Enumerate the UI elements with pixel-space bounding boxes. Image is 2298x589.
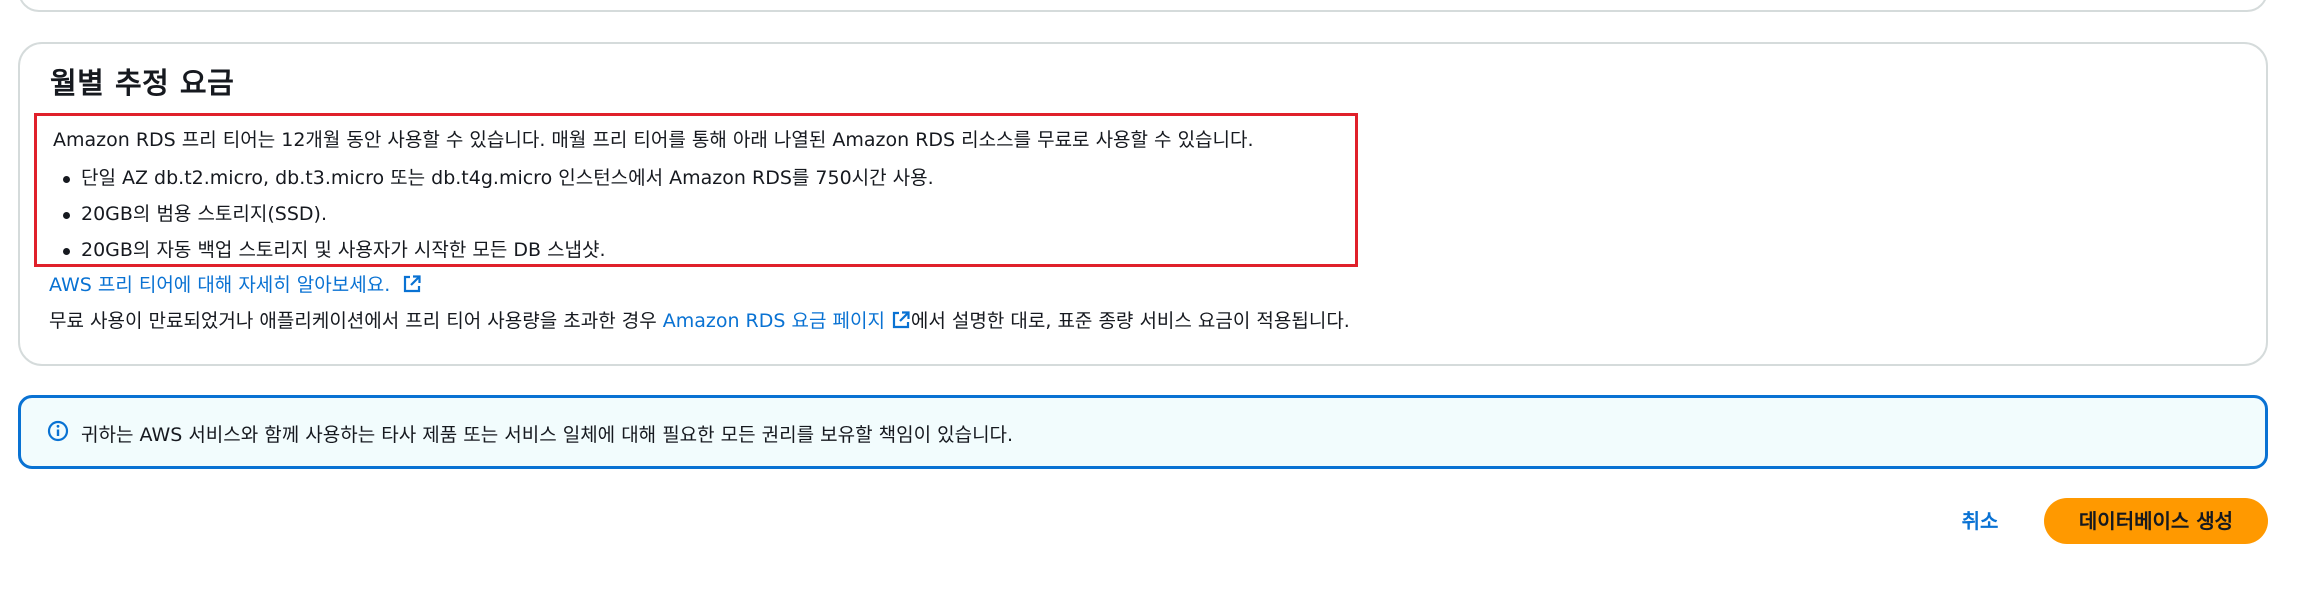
- create-database-button[interactable]: 데이터베이스 생성: [2044, 498, 2268, 544]
- pricing-note-suffix: 에서 설명한 대로, 표준 종량 서비스 요금이 적용됩니다.: [910, 310, 1350, 332]
- free-tier-list: 단일 AZ db.t2.micro, db.t3.micro 또는 db.t4g…: [37, 160, 934, 268]
- external-link-icon: [891, 310, 911, 335]
- free-tier-link-label: AWS 프리 티어에 대해 자세히 알아보세요.: [49, 274, 391, 296]
- free-tier-learn-more-link[interactable]: AWS 프리 티어에 대해 자세히 알아보세요.: [49, 270, 422, 299]
- previous-section-card: [18, 0, 2268, 12]
- pricing-note-prefix: 무료 사용이 만료되었거나 애플리케이션에서 프리 티어 사용량을 초과한 경우: [49, 310, 663, 332]
- rds-pricing-page-link[interactable]: Amazon RDS 요금 페이지: [663, 310, 911, 332]
- list-item: 20GB의 자동 백업 스토리지 및 사용자가 시작한 모든 DB 스냅샷.: [37, 232, 934, 268]
- rds-pricing-link-label: Amazon RDS 요금 페이지: [662, 310, 885, 332]
- external-link-icon: [402, 274, 422, 299]
- pricing-note: 무료 사용이 만료되었거나 애플리케이션에서 프리 티어 사용량을 초과한 경우…: [49, 306, 1350, 335]
- free-tier-highlight: Amazon RDS 프리 티어는 12개월 동안 사용할 수 있습니다. 매월…: [34, 113, 1358, 267]
- cancel-button[interactable]: 취소: [1940, 498, 2020, 544]
- info-icon: [47, 420, 69, 446]
- pricing-title: 월별 추정 요금: [50, 66, 235, 100]
- list-item: 단일 AZ db.t2.micro, db.t3.micro 또는 db.t4g…: [37, 160, 934, 196]
- monthly-pricing-card: 월별 추정 요금 Amazon RDS 프리 티어는 12개월 동안 사용할 수…: [18, 42, 2268, 366]
- info-alert-text: 귀하는 AWS 서비스와 함께 사용하는 타사 제품 또는 서비스 일체에 대해…: [81, 424, 1014, 446]
- info-alert: 귀하는 AWS 서비스와 함께 사용하는 타사 제품 또는 서비스 일체에 대해…: [18, 395, 2268, 469]
- free-tier-intro: Amazon RDS 프리 티어는 12개월 동안 사용할 수 있습니다. 매월…: [53, 129, 1254, 151]
- list-item: 20GB의 범용 스토리지(SSD).: [37, 196, 934, 232]
